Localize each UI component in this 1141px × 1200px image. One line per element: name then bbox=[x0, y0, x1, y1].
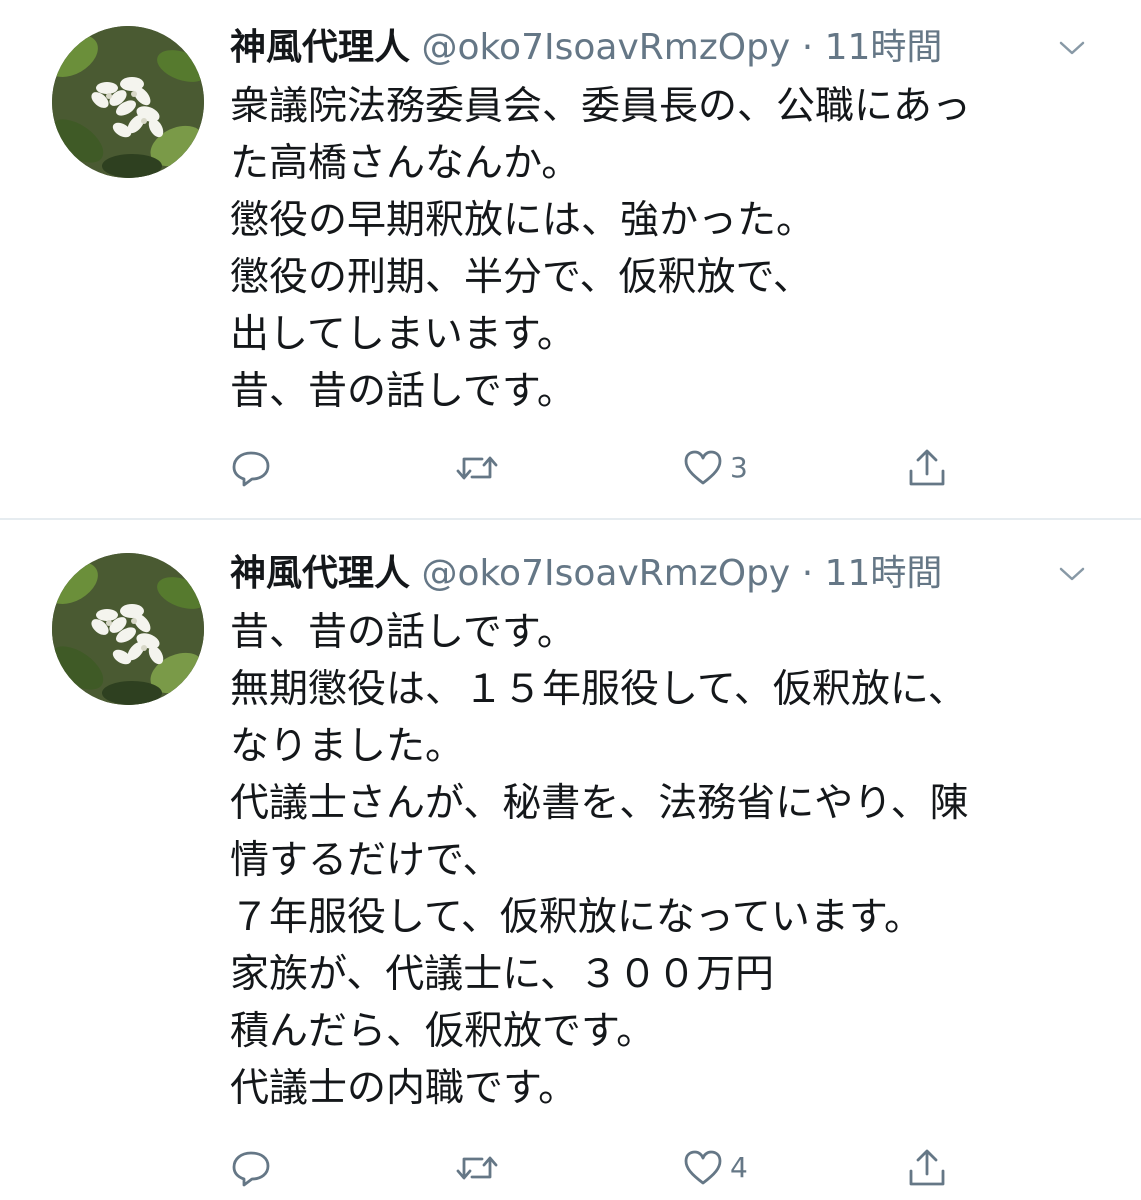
timestamp[interactable]: 11時間 bbox=[825, 27, 943, 68]
tweet-line: た高橋さんなんか。 bbox=[230, 141, 581, 186]
like-button[interactable]: 3 bbox=[682, 438, 748, 498]
tweet-line: 情するだけで、 bbox=[230, 838, 502, 883]
heart-icon bbox=[684, 1150, 722, 1185]
tweet-text: 衆議院法務委員会、委員長の、公職にあっ た高橋さんなんか。 懲役の早期釈放には、… bbox=[230, 78, 1110, 420]
like-button[interactable]: 4 bbox=[682, 1138, 748, 1198]
heart-icon bbox=[684, 450, 722, 485]
tweet-actions: 4 bbox=[0, 1138, 1141, 1198]
tweet-line: 懲役の刑期、半分で、仮釈放で、 bbox=[230, 255, 812, 300]
tweet-line: 昔、昔の話しです。 bbox=[230, 369, 576, 414]
share-button[interactable] bbox=[906, 438, 948, 498]
retweet-icon bbox=[456, 1156, 498, 1180]
timestamp[interactable]: 11時間 bbox=[825, 553, 943, 594]
more-menu-button[interactable] bbox=[1055, 36, 1089, 60]
tweet-line: 積んだら、仮釈放です。 bbox=[230, 1009, 656, 1054]
tweet-line: なりました。 bbox=[230, 724, 465, 769]
reply-button[interactable] bbox=[230, 438, 272, 498]
tweet[interactable]: 神風代理人 @oko7IsoavRmzOpy · 11時間 昔、昔の話しです。 … bbox=[0, 520, 1141, 1200]
handle[interactable]: @oko7IsoavRmzOpy bbox=[421, 27, 790, 68]
flower-avatar-icon bbox=[52, 553, 204, 705]
tweet-actions: 3 bbox=[0, 438, 1141, 498]
tweet[interactable]: 神風代理人 @oko7IsoavRmzOpy · 11時間 衆議院法務委員会、委… bbox=[0, 0, 1141, 518]
display-name[interactable]: 神風代理人 bbox=[230, 27, 410, 68]
tweet-line: 家族が、代議士に、３００万円 bbox=[230, 952, 775, 997]
tweet-header: 神風代理人 @oko7IsoavRmzOpy · 11時間 bbox=[230, 546, 1030, 602]
separator: · bbox=[801, 553, 814, 594]
share-icon bbox=[909, 449, 945, 486]
reply-icon bbox=[232, 451, 270, 487]
tweet-text: 昔、昔の話しです。 無期懲役は、１５年服役して、仮釈放に、 なりました。 代議士… bbox=[230, 604, 1110, 1117]
like-count: 3 bbox=[730, 451, 748, 484]
tweet-line: 懲役の早期釈放には、強かった。 bbox=[230, 198, 816, 243]
like-count: 4 bbox=[730, 1151, 748, 1184]
avatar[interactable] bbox=[52, 553, 204, 705]
tweet-line: 代議士さんが、秘書を、法務省にやり、陳 bbox=[230, 781, 969, 826]
display-name[interactable]: 神風代理人 bbox=[230, 553, 410, 594]
reply-icon bbox=[232, 1151, 270, 1187]
tweet-line: 代議士の内職です。 bbox=[230, 1066, 578, 1111]
share-button[interactable] bbox=[906, 1138, 948, 1198]
reply-button[interactable] bbox=[230, 1138, 272, 1198]
handle[interactable]: @oko7IsoavRmzOpy bbox=[421, 553, 790, 594]
flower-avatar-icon bbox=[52, 26, 204, 178]
retweet-button[interactable] bbox=[454, 1138, 500, 1198]
tweet-line: ７年服役して、仮釈放になっています。 bbox=[230, 895, 924, 940]
avatar[interactable] bbox=[52, 26, 204, 178]
tweet-header: 神風代理人 @oko7IsoavRmzOpy · 11時間 bbox=[230, 20, 1030, 76]
separator: · bbox=[801, 27, 814, 68]
tweet-line: 衆議院法務委員会、委員長の、公職にあっ bbox=[230, 84, 972, 129]
more-menu-button[interactable] bbox=[1055, 562, 1089, 586]
tweet-line: 昔、昔の話しです。 bbox=[230, 610, 576, 655]
chevron-down-icon bbox=[1059, 41, 1085, 55]
tweet-line: 出してしまいます。 bbox=[230, 312, 576, 357]
retweet-button[interactable] bbox=[454, 438, 500, 498]
share-icon bbox=[909, 1149, 945, 1186]
tweet-line: 無期懲役は、１５年服役して、仮釈放に、 bbox=[230, 667, 967, 712]
retweet-icon bbox=[456, 456, 498, 480]
chevron-down-icon bbox=[1059, 567, 1085, 581]
